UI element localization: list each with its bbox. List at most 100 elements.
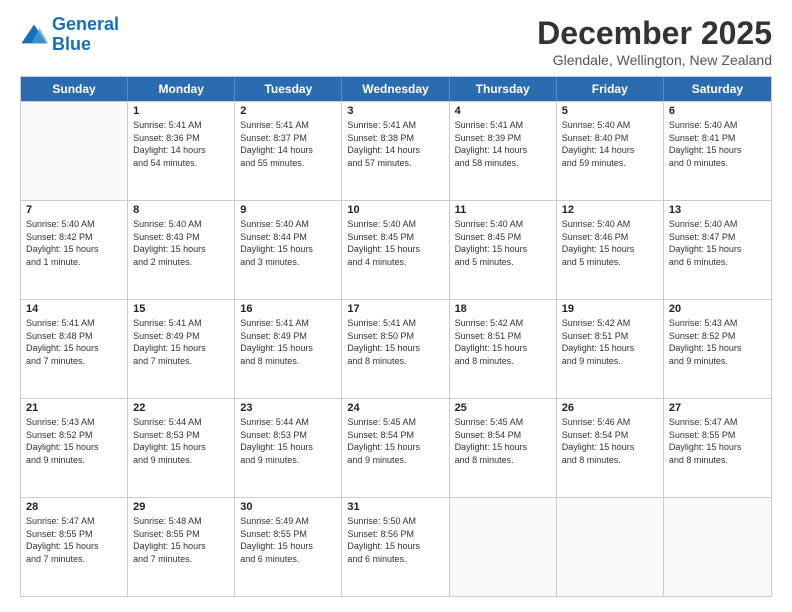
calendar-cell: 9Sunrise: 5:40 AM Sunset: 8:44 PM Daylig… (235, 201, 342, 299)
day-number: 10 (347, 204, 443, 216)
weekday-header: Friday (557, 77, 664, 101)
day-info: Sunrise: 5:40 AM Sunset: 8:41 PM Dayligh… (669, 119, 766, 169)
day-info: Sunrise: 5:41 AM Sunset: 8:49 PM Dayligh… (133, 317, 229, 367)
calendar-cell (21, 102, 128, 200)
day-info: Sunrise: 5:42 AM Sunset: 8:51 PM Dayligh… (455, 317, 551, 367)
calendar-cell: 26 Sunrise: 5:46 AM Sunset: 8:54 PM Dayli… (557, 399, 664, 497)
day-info: Sunrise: 5:41 AM Sunset: 8:39 PM Dayligh… (455, 119, 551, 169)
day-info: Sunrise: 5:45 AM Sunset: 8:54 PM Dayligh… (347, 416, 443, 466)
day-info: Sunrise: 5:40 AM Sunset: 8:45 PM Dayligh… (455, 218, 551, 268)
calendar: SundayMondayTuesdayWednesdayThursdayFrid… (20, 76, 772, 597)
day-number: 23 (240, 402, 336, 414)
calendar-cell: 10Sunrise: 5:40 AM Sunset: 8:45 PM Dayli… (342, 201, 449, 299)
calendar-cell (557, 498, 664, 596)
logo-text: General Blue (52, 15, 119, 55)
calendar-cell: 29Sunrise: 5:48 AM Sunset: 8:55 PM Dayli… (128, 498, 235, 596)
day-number: 24 (347, 402, 443, 414)
logo: General Blue (20, 15, 119, 55)
calendar-cell: 20 Sunrise: 5:43 AM Sunset: 8:52 PM Dayli… (664, 300, 771, 398)
day-number: 14 (26, 303, 122, 315)
day-info: Sunrise: 5:44 AM Sunset: 8:53 PM Dayligh… (133, 416, 229, 466)
calendar-cell: 15 Sunrise: 5:41 AM Sunset: 8:49 PM Dayli… (128, 300, 235, 398)
calendar-cell: 31 Sunrise: 5:50 AM Sunset: 8:56 PM Dayli… (342, 498, 449, 596)
page: General Blue December 2025 Glendale, Wel… (0, 0, 792, 612)
day-number: 26 (562, 402, 658, 414)
day-number: 17 (347, 303, 443, 315)
day-info: Sunrise: 5:40 AM Sunset: 8:47 PM Dayligh… (669, 218, 766, 268)
calendar-week-row: 28 Sunrise: 5:47 AM Sunset: 8:55 PM Dayli… (21, 497, 771, 596)
day-info: Sunrise: 5:41 AM Sunset: 8:38 PM Dayligh… (347, 119, 443, 169)
weekday-header: Thursday (450, 77, 557, 101)
calendar-cell: 2Sunrise: 5:41 AM Sunset: 8:37 PM Daylig… (235, 102, 342, 200)
weekday-header: Tuesday (235, 77, 342, 101)
day-info: Sunrise: 5:41 AM Sunset: 8:50 PM Dayligh… (347, 317, 443, 367)
day-info: Sunrise: 5:50 AM Sunset: 8:56 PM Dayligh… (347, 515, 443, 565)
day-info: Sunrise: 5:47 AM Sunset: 8:55 PM Dayligh… (669, 416, 766, 466)
title-block: December 2025 Glendale, Wellington, New … (537, 15, 772, 68)
day-info: Sunrise: 5:43 AM Sunset: 8:52 PM Dayligh… (26, 416, 122, 466)
calendar-cell: 23Sunrise: 5:44 AM Sunset: 8:53 PM Dayli… (235, 399, 342, 497)
calendar-subtitle: Glendale, Wellington, New Zealand (537, 52, 772, 68)
day-number: 1 (133, 105, 229, 117)
day-info: Sunrise: 5:40 AM Sunset: 8:40 PM Dayligh… (562, 119, 658, 169)
day-number: 31 (347, 501, 443, 513)
day-number: 2 (240, 105, 336, 117)
day-number: 28 (26, 501, 122, 513)
calendar-title: December 2025 (537, 15, 772, 52)
day-number: 4 (455, 105, 551, 117)
calendar-week-row: 7 Sunrise: 5:40 AM Sunset: 8:42 PM Daylig… (21, 200, 771, 299)
day-number: 12 (562, 204, 658, 216)
day-number: 18 (455, 303, 551, 315)
day-info: Sunrise: 5:41 AM Sunset: 8:48 PM Dayligh… (26, 317, 122, 367)
logo-icon (20, 21, 48, 49)
day-number: 3 (347, 105, 443, 117)
header: General Blue December 2025 Glendale, Wel… (20, 15, 772, 68)
day-info: Sunrise: 5:47 AM Sunset: 8:55 PM Dayligh… (26, 515, 122, 565)
day-number: 5 (562, 105, 658, 117)
day-number: 19 (562, 303, 658, 315)
day-number: 27 (669, 402, 766, 414)
day-info: Sunrise: 5:49 AM Sunset: 8:55 PM Dayligh… (240, 515, 336, 565)
day-info: Sunrise: 5:40 AM Sunset: 8:43 PM Dayligh… (133, 218, 229, 268)
calendar-cell (450, 498, 557, 596)
calendar-cell: 22 Sunrise: 5:44 AM Sunset: 8:53 PM Dayli… (128, 399, 235, 497)
calendar-cell: 7 Sunrise: 5:40 AM Sunset: 8:42 PM Daylig… (21, 201, 128, 299)
weekday-header: Sunday (21, 77, 128, 101)
day-info: Sunrise: 5:40 AM Sunset: 8:46 PM Dayligh… (562, 218, 658, 268)
calendar-week-row: 21 Sunrise: 5:43 AM Sunset: 8:52 PM Dayli… (21, 398, 771, 497)
calendar-cell: 25 Sunrise: 5:45 AM Sunset: 8:54 PM Dayli… (450, 399, 557, 497)
calendar-cell: 11 Sunrise: 5:40 AM Sunset: 8:45 PM Dayli… (450, 201, 557, 299)
day-number: 21 (26, 402, 122, 414)
day-number: 22 (133, 402, 229, 414)
calendar-body: 1Sunrise: 5:41 AM Sunset: 8:36 PM Daylig… (21, 101, 771, 596)
day-info: Sunrise: 5:40 AM Sunset: 8:42 PM Dayligh… (26, 218, 122, 268)
day-number: 7 (26, 204, 122, 216)
calendar-header: SundayMondayTuesdayWednesdayThursdayFrid… (21, 77, 771, 101)
day-info: Sunrise: 5:43 AM Sunset: 8:52 PM Dayligh… (669, 317, 766, 367)
calendar-cell (664, 498, 771, 596)
calendar-cell: 4 Sunrise: 5:41 AM Sunset: 8:39 PM Daylig… (450, 102, 557, 200)
day-number: 20 (669, 303, 766, 315)
calendar-cell: 8 Sunrise: 5:40 AM Sunset: 8:43 PM Daylig… (128, 201, 235, 299)
calendar-cell: 28 Sunrise: 5:47 AM Sunset: 8:55 PM Dayli… (21, 498, 128, 596)
calendar-cell: 30Sunrise: 5:49 AM Sunset: 8:55 PM Dayli… (235, 498, 342, 596)
day-info: Sunrise: 5:41 AM Sunset: 8:49 PM Dayligh… (240, 317, 336, 367)
calendar-week-row: 14 Sunrise: 5:41 AM Sunset: 8:48 PM Dayli… (21, 299, 771, 398)
day-info: Sunrise: 5:46 AM Sunset: 8:54 PM Dayligh… (562, 416, 658, 466)
logo-line1: General (52, 14, 119, 34)
day-info: Sunrise: 5:45 AM Sunset: 8:54 PM Dayligh… (455, 416, 551, 466)
calendar-cell: 12 Sunrise: 5:40 AM Sunset: 8:46 PM Dayli… (557, 201, 664, 299)
day-number: 25 (455, 402, 551, 414)
calendar-cell: 24 Sunrise: 5:45 AM Sunset: 8:54 PM Dayli… (342, 399, 449, 497)
calendar-cell: 27 Sunrise: 5:47 AM Sunset: 8:55 PM Dayli… (664, 399, 771, 497)
weekday-header: Monday (128, 77, 235, 101)
calendar-cell: 5 Sunrise: 5:40 AM Sunset: 8:40 PM Daylig… (557, 102, 664, 200)
day-number: 13 (669, 204, 766, 216)
day-number: 11 (455, 204, 551, 216)
calendar-cell: 6Sunrise: 5:40 AM Sunset: 8:41 PM Daylig… (664, 102, 771, 200)
calendar-cell: 3 Sunrise: 5:41 AM Sunset: 8:38 PM Daylig… (342, 102, 449, 200)
calendar-cell: 19Sunrise: 5:42 AM Sunset: 8:51 PM Dayli… (557, 300, 664, 398)
day-number: 15 (133, 303, 229, 315)
day-info: Sunrise: 5:48 AM Sunset: 8:55 PM Dayligh… (133, 515, 229, 565)
day-number: 8 (133, 204, 229, 216)
